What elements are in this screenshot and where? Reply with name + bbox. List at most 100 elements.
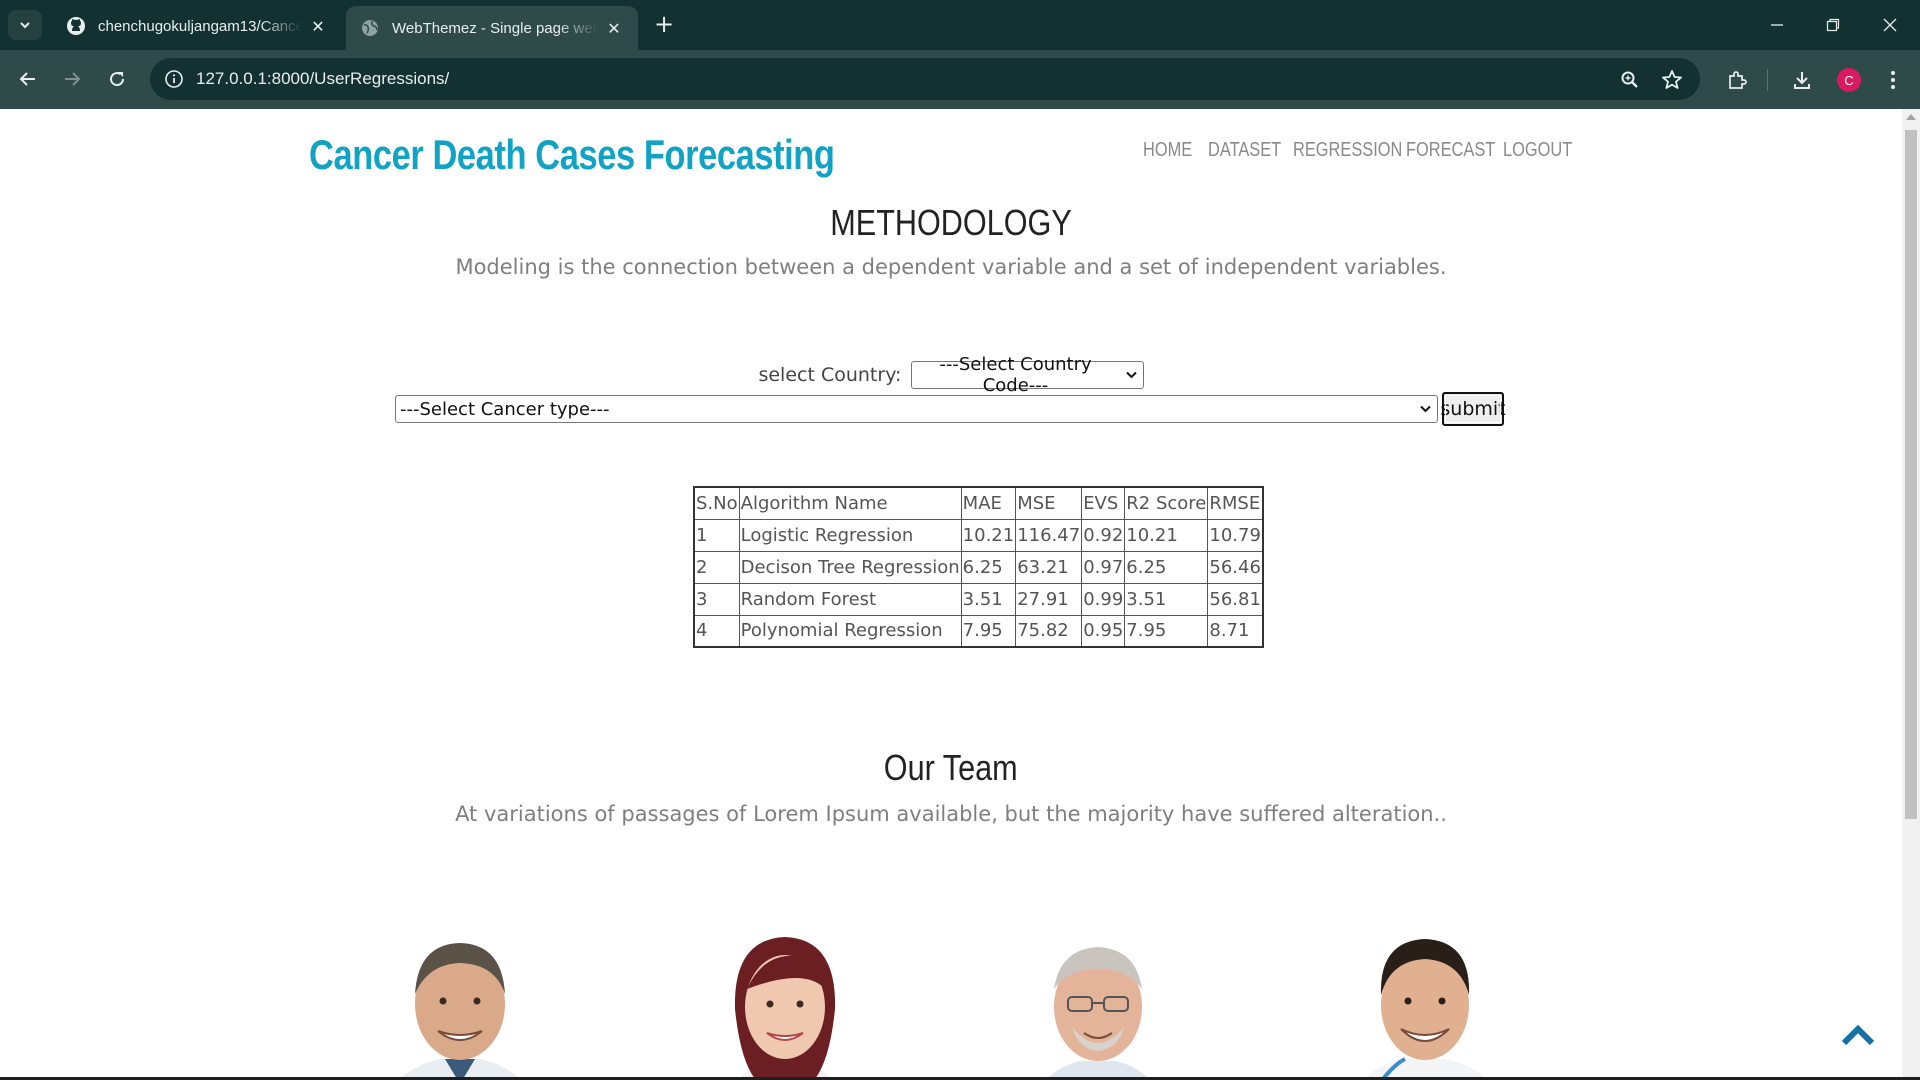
back-arrow-icon[interactable] (13, 64, 43, 94)
restore-icon[interactable] (1813, 10, 1853, 40)
browser-tab[interactable]: chenchugokuljangam13/Cancer ✕ (52, 6, 342, 46)
col-header: R2 Score (1124, 486, 1209, 520)
table-cell: 27.91 (1015, 582, 1083, 616)
col-header: EVS (1081, 486, 1126, 520)
tab-title: WebThemez - Single page website (392, 19, 598, 37)
nav-regression[interactable]: REGRESSION (1293, 139, 1402, 162)
table-cell: Polynomial Regression (738, 614, 962, 648)
table-cell: 8.71 (1207, 614, 1264, 648)
methodology-title: METHODOLOGY (0, 202, 1902, 244)
methodology-subtitle: Modeling is the connection between a dep… (455, 255, 1447, 279)
window-close-icon[interactable] (1870, 10, 1910, 40)
table-cell: 63.21 (1015, 550, 1083, 584)
extensions-icon[interactable] (1724, 67, 1750, 93)
table-row: 2 Decison Tree Regression 6.25 63.21 0.9… (693, 550, 1264, 584)
results-table: S.No Algorithm Name MAE MSE EVS R2 Score… (693, 486, 1264, 648)
page-scrollbar[interactable] (1902, 109, 1920, 1080)
globe-icon (360, 18, 380, 38)
col-header: RMSE (1207, 486, 1264, 520)
browser-toolbar: 127.0.0.1:8000/UserRegressions/ C (0, 50, 1920, 109)
table-row: 4 Polynomial Regression 7.95 75.82 0.95 … (693, 614, 1264, 648)
table-header-row: S.No Algorithm Name MAE MSE EVS R2 Score… (693, 486, 1264, 520)
chevron-up-icon[interactable] (1840, 1019, 1876, 1049)
table-cell: 56.46 (1207, 550, 1264, 584)
table-cell: 4 (693, 614, 740, 648)
chevron-down-icon (1125, 368, 1137, 382)
submit-button[interactable]: submit (1440, 392, 1506, 426)
team-member-photo (330, 919, 590, 1080)
toolbar-divider (1767, 69, 1768, 91)
nav-forecast[interactable]: FORECAST (1406, 139, 1495, 162)
profile-avatar[interactable]: C (1837, 68, 1861, 92)
country-row: select Country: ---Select Country Code--… (0, 354, 1902, 396)
github-icon (66, 16, 86, 36)
table-cell: 75.82 (1015, 614, 1083, 648)
scroll-up-icon[interactable] (1906, 114, 1916, 120)
team-title-text: Our Team (884, 747, 1018, 788)
table-cell: 1 (693, 518, 740, 552)
table-cell: 0.92 (1081, 518, 1126, 552)
nav-home[interactable]: HOME (1143, 139, 1192, 162)
team-subtitle: At variations of passages of Lorem Ipsum… (455, 802, 1447, 826)
forward-arrow-icon[interactable] (57, 64, 87, 94)
table-cell: 10.21 (960, 518, 1017, 552)
table-cell: 7.95 (1124, 614, 1209, 648)
zoom-icon[interactable] (1618, 68, 1642, 92)
close-icon[interactable]: ✕ (604, 18, 624, 38)
team-member-photo (968, 919, 1228, 1080)
site-brand[interactable]: Cancer Death Cases Forecasting (309, 131, 835, 179)
table-cell: 10.21 (1124, 518, 1209, 552)
country-select-value: ---Select Country Code--- (939, 354, 1092, 396)
col-header: MAE (960, 486, 1017, 520)
table-cell: Logistic Regression (738, 518, 962, 552)
table-cell: 2 (693, 550, 740, 584)
close-icon[interactable]: ✕ (308, 16, 328, 36)
table-cell: 6.25 (960, 550, 1017, 584)
col-header: Algorithm Name (738, 486, 962, 520)
download-icon[interactable] (1789, 67, 1815, 93)
table-cell: 10.79 (1207, 518, 1264, 552)
url-text[interactable]: 127.0.0.1:8000/UserRegressions/ (196, 69, 449, 89)
table-cell: 3 (693, 582, 740, 616)
nav-logout[interactable]: LOGOUT (1503, 139, 1572, 162)
team-member-photo (655, 919, 915, 1080)
table-cell: 0.97 (1081, 550, 1126, 584)
table-row: 3 Random Forest 3.51 27.91 0.99 3.51 56.… (693, 582, 1264, 616)
minimize-icon[interactable] (1757, 10, 1797, 40)
team-member-photo (1295, 919, 1555, 1080)
nav-dataset[interactable]: DATASET (1208, 139, 1281, 162)
table-cell: 3.51 (960, 582, 1017, 616)
address-bar[interactable]: 127.0.0.1:8000/UserRegressions/ (150, 58, 1700, 100)
scroll-thumb[interactable] (1905, 130, 1917, 819)
chevron-down-icon (1420, 402, 1431, 416)
table-cell: 7.95 (960, 614, 1017, 648)
new-tab-icon[interactable]: + (652, 12, 676, 37)
bookmark-star-icon[interactable] (1660, 68, 1684, 92)
browser-chrome: chenchugokuljangam13/Cancer ✕ WebThemez … (0, 0, 1920, 109)
cancer-type-select[interactable]: ---Select Cancer type--- (395, 395, 1438, 423)
country-select[interactable]: ---Select Country Code--- (910, 354, 1144, 396)
country-label: select Country: (758, 364, 902, 386)
page-viewport: Cancer Death Cases Forecasting HOME DATA… (0, 109, 1902, 1080)
table-cell: Decison Tree Regression (738, 550, 962, 584)
tab-search-button[interactable] (8, 10, 42, 40)
site-info-icon[interactable] (162, 67, 186, 91)
tab-title: chenchugokuljangam13/Cancer (98, 17, 302, 35)
tab-strip: chenchugokuljangam13/Cancer ✕ WebThemez … (0, 0, 1920, 50)
browser-tab-active[interactable]: WebThemez - Single page website ✕ (346, 6, 638, 50)
table-cell: 6.25 (1124, 550, 1209, 584)
methodology-title-text: METHODOLOGY (830, 202, 1072, 243)
table-cell: Random Forest (738, 582, 962, 616)
team-title: Our Team (0, 747, 1902, 789)
table-cell: 3.51 (1124, 582, 1209, 616)
chevron-down-icon (20, 22, 30, 29)
reload-icon[interactable] (102, 64, 132, 94)
table-cell: 0.95 (1081, 614, 1126, 648)
col-header: S.No (693, 486, 740, 520)
table-cell: 0.99 (1081, 582, 1126, 616)
cancer-select-value: ---Select Cancer type--- (400, 398, 610, 420)
table-row: 1 Logistic Regression 10.21 116.47 0.92 … (693, 518, 1264, 552)
table-cell: 116.47 (1015, 518, 1083, 552)
more-menu-icon[interactable] (1880, 67, 1906, 93)
table-cell: 56.81 (1207, 582, 1264, 616)
